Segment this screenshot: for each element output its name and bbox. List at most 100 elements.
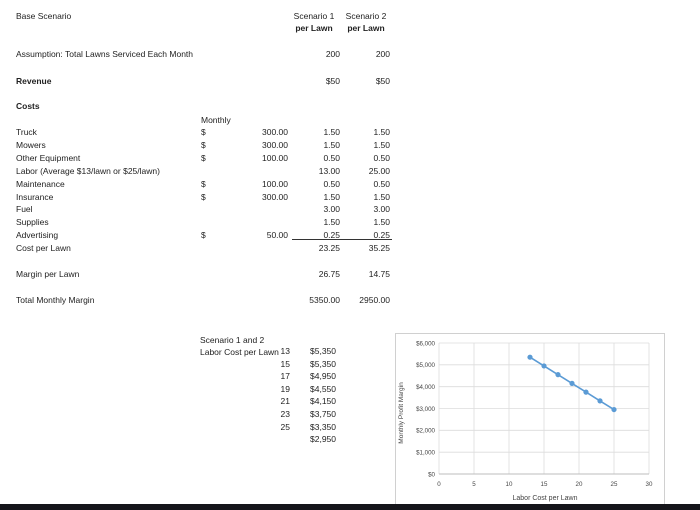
revenue-label: Revenue [16, 76, 52, 86]
total-margin-s1: 5350.00 [309, 295, 340, 305]
cost-row-label: Mowers [16, 140, 46, 150]
cost-row-s2: 3.00 [373, 204, 390, 214]
labor-table-margin: $5,350 [310, 359, 336, 369]
labor-table-margin: $4,550 [310, 384, 336, 394]
cost-row-s2: 1.50 [373, 127, 390, 137]
scenario2-header-line2: per Lawn [347, 23, 385, 33]
cost-row-monthly: 100.00 [262, 153, 288, 163]
chart-x-tick-label: 5 [472, 481, 476, 488]
chart-data-point [527, 354, 533, 360]
chart-y-tick-label: $5,000 [416, 362, 435, 369]
labor-table-cost: 15 [280, 359, 290, 369]
cost-row-s2: 0.50 [373, 153, 390, 163]
labor-table-cost: 21 [280, 396, 290, 406]
cost-row-label: Truck [16, 127, 37, 137]
cost-subtotal-rule [292, 239, 392, 240]
scenario2-header-line1: Scenario 2 [345, 11, 387, 21]
revenue-s2: $50 [375, 76, 390, 86]
chart-x-tick-label: 10 [506, 481, 513, 488]
scenario1-header-line2: per Lawn [295, 23, 333, 33]
cost-row-s1: 0.50 [323, 179, 340, 189]
page-title: Base Scenario [16, 11, 72, 21]
assumption-label: Assumption: Total Lawns Serviced Each Mo… [16, 49, 194, 59]
chart-data-point [569, 380, 575, 386]
cost-row-label: Supplies [16, 217, 49, 227]
cost-row-label: Advertising [16, 230, 59, 240]
chart-x-tick-label: 0 [437, 481, 441, 488]
cost-row-dollar-sign: $ [201, 153, 206, 163]
cost-row-label: Fuel [16, 204, 33, 214]
chart-y-axis-label: Monthly Profit Margin [398, 382, 405, 444]
cost-row-s2: 1.50 [373, 217, 390, 227]
cost-row-monthly: 300.00 [262, 192, 288, 202]
chart-x-tick-label: 25 [611, 481, 618, 488]
bottom-dark-bar [0, 504, 700, 510]
cost-row-label: Insurance [16, 192, 54, 202]
scenario1-header-line1: Scenario 1 [293, 11, 335, 21]
cost-row-label: Labor (Average $13/lawn or $25/lawn) [16, 166, 160, 176]
chart-data-point [611, 406, 617, 413]
cost-row-dollar-sign: $ [201, 127, 206, 137]
cost-row-dollar-sign: $ [201, 179, 206, 189]
labor-table-cost: 23 [280, 409, 290, 419]
labor-table-header-line1: Scenario 1 and 2 [200, 335, 265, 345]
chart-y-tick-label: $0 [428, 471, 435, 478]
chart-y-tick-label: $3,000 [416, 406, 435, 413]
chart-data-point [583, 389, 589, 395]
total-margin-s2: 2950.00 [359, 295, 390, 305]
cost-row-label: Other Equipment [16, 153, 81, 163]
cost-row-s1: 1.50 [323, 140, 340, 150]
chart-y-tick-label: $1,000 [416, 449, 435, 456]
cost-row-s2: 1.50 [373, 192, 390, 202]
total-margin-label: Total Monthly Margin [16, 295, 95, 305]
labor-table-margin: $3,750 [310, 409, 336, 419]
chart-x-tick-label: 20 [576, 481, 583, 488]
labor-table-margin: $4,950 [310, 371, 336, 381]
chart-y-tick-label: $4,000 [416, 384, 435, 391]
labor-cost-margin-chart: $0 $1,000 $2,000 $3,000 $4,000 $5,000 $6,000 0 5… [395, 333, 665, 508]
cost-row-dollar-sign: $ [201, 230, 206, 240]
labor-table-margin: $4,150 [310, 396, 336, 406]
labor-table-margin: $5,350 [310, 346, 336, 356]
labor-table-cost: 19 [280, 384, 290, 394]
cost-row-label: Maintenance [16, 179, 65, 189]
margin-s1: 26.75 [318, 269, 340, 279]
cost-row-monthly: 50.00 [266, 230, 288, 240]
cost-row-s1: 1.50 [323, 192, 340, 202]
cost-row-s1: 1.50 [323, 127, 340, 137]
margin-label: Margin per Lawn [16, 269, 80, 279]
assumption-s2: 200 [375, 49, 390, 59]
cost-row-s2: 0.50 [373, 179, 390, 189]
cost-row-s1: 23.25 [318, 243, 340, 253]
cost-row-s1: 0.50 [323, 153, 340, 163]
chart-y-tick-label: $6,000 [416, 340, 435, 347]
labor-table-cost: 25 [280, 422, 290, 432]
cost-row-s2: 25.00 [368, 166, 390, 176]
chart-data-point [541, 363, 547, 369]
costs-heading: Costs [16, 101, 40, 111]
chart-x-tick-label: 15 [541, 481, 548, 488]
cost-row-s1: 3.00 [323, 204, 340, 214]
labor-table-margin: $2,950 [310, 434, 336, 444]
margin-s2: 14.75 [368, 269, 390, 279]
revenue-s1: $50 [325, 76, 340, 86]
cost-row-s1: 1.50 [323, 217, 340, 227]
assumption-s1: 200 [325, 49, 340, 59]
chart-data-point [597, 398, 603, 404]
cost-row-dollar-sign: $ [201, 140, 206, 150]
chart-data-point [555, 372, 561, 378]
chart-y-tick-label: $2,000 [416, 428, 435, 435]
chart-x-axis-label: Labor Cost per Lawn [513, 495, 578, 502]
cost-row-s1: 13.00 [318, 166, 340, 176]
cost-row-monthly: 300.00 [262, 140, 288, 150]
cost-row-label: Cost per Lawn [16, 243, 71, 253]
cost-row-monthly: 100.00 [262, 179, 288, 189]
labor-table-margin: $3,350 [310, 422, 336, 432]
cost-row-s2: 1.50 [373, 140, 390, 150]
chart-x-tick-label: 30 [646, 481, 653, 488]
labor-table-cost: 17 [280, 371, 290, 381]
monthly-header: Monthly [201, 115, 231, 125]
cost-row-s2: 35.25 [368, 243, 390, 253]
labor-table-cost: 13 [280, 346, 290, 356]
cost-row-dollar-sign: $ [201, 192, 206, 202]
